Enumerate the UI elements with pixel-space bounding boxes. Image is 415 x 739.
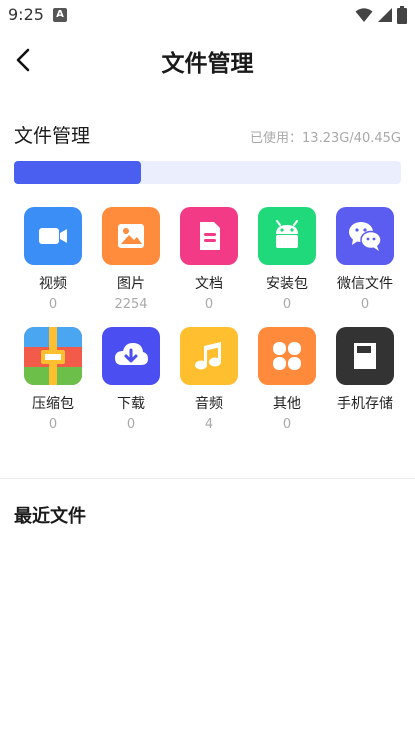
category-label: 音频: [195, 396, 223, 412]
category-count: 0: [126, 417, 136, 432]
category-count: 0: [48, 297, 58, 312]
android-icon: [276, 220, 298, 248]
category-downloads[interactable]: 下载 0: [92, 327, 170, 447]
four-petal-icon: [273, 342, 301, 370]
category-icon-tile: [24, 207, 82, 265]
wifi-icon: [355, 8, 373, 22]
category-label: 文档: [195, 276, 223, 292]
category-icon-tile: [24, 327, 82, 385]
category-icon-tile: [258, 327, 316, 385]
music-note-icon: [195, 342, 221, 370]
page-title: 文件管理: [161, 51, 254, 77]
category-icon-tile: [102, 207, 160, 265]
download-cloud-icon: [115, 343, 148, 365]
category-count: 0: [48, 417, 58, 432]
category-icon-tile: [336, 207, 394, 265]
category-icon-tile: [180, 327, 238, 385]
category-count: 4: [204, 417, 214, 432]
image-icon: [118, 224, 144, 248]
category-label: 安装包: [266, 276, 308, 292]
category-count: 0: [204, 297, 214, 312]
category-label: 其他: [273, 396, 301, 412]
category-count: 0: [282, 297, 292, 312]
category-label: 下载: [117, 396, 145, 412]
category-other[interactable]: 其他 0: [248, 327, 326, 447]
category-documents[interactable]: 文档 0: [170, 207, 248, 327]
storage-usage-fill: [14, 161, 141, 184]
category-phone-storage[interactable]: 手机存储: [326, 327, 404, 447]
storage-usage-bar: [14, 161, 401, 184]
category-video[interactable]: 视频 0: [14, 207, 92, 327]
section-divider: [0, 478, 415, 479]
category-count: 0: [282, 417, 292, 432]
storage-usage-text: 已使用：13.23G/40.45G: [250, 131, 401, 146]
category-icon-tile: [180, 207, 238, 265]
category-wechat[interactable]: 微信文件 0: [326, 207, 404, 327]
category-icon-tile: [102, 327, 160, 385]
category-icon-tile: [258, 207, 316, 265]
category-label: 微信文件: [337, 276, 393, 292]
storage-section-title: 文件管理: [14, 125, 91, 147]
category-images[interactable]: 图片 2254: [92, 207, 170, 327]
category-grid: 视频 0 图片 2254 文档 0 安装包 0 微信文件 0 压缩包 0 下载 …: [14, 207, 404, 447]
category-audio[interactable]: 音频 4: [170, 327, 248, 447]
document-icon: [200, 222, 220, 250]
cell-signal-icon: [378, 8, 392, 22]
status-time: 9:25: [8, 5, 44, 24]
category-apk[interactable]: 安装包 0: [248, 207, 326, 327]
app-header: 文件管理: [0, 38, 415, 82]
category-label: 手机存储: [337, 396, 393, 412]
category-label: 视频: [39, 276, 67, 292]
category-icon-tile: [336, 327, 394, 385]
sd-card-icon: [354, 343, 376, 369]
wechat-icon: [349, 222, 382, 251]
category-archives[interactable]: 压缩包 0: [14, 327, 92, 447]
video-camera-icon: [39, 228, 67, 244]
category-count: 0: [360, 297, 370, 312]
notification-badge-icon: A: [53, 8, 67, 22]
archive-icon: [24, 327, 82, 385]
category-count: 2254: [114, 297, 148, 312]
category-label: 图片: [117, 276, 145, 292]
recent-files-title: 最近文件: [14, 506, 86, 527]
category-label: 压缩包: [32, 396, 74, 412]
status-bar: 9:25 A: [0, 0, 415, 30]
battery-icon: [397, 6, 407, 24]
